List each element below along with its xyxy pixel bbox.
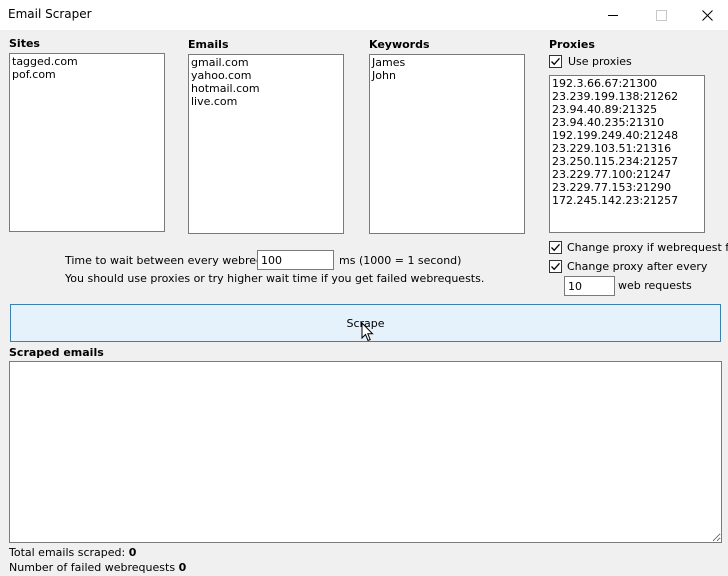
minimize-button[interactable] <box>590 0 636 30</box>
checkmark-icon <box>551 262 560 271</box>
scraped-emails-label: Scraped emails <box>9 346 104 359</box>
emails-list[interactable]: gmail.com yahoo.com hotmail.com live.com <box>188 54 344 234</box>
scraped-emails-output[interactable] <box>9 361 722 543</box>
failed-requests-value: 0 <box>178 561 187 574</box>
list-item[interactable]: 23.229.77.153:21290 <box>552 181 702 194</box>
change-proxy-on-fail-checkbox[interactable] <box>549 241 562 254</box>
list-item[interactable]: 172.245.142.23:21257 <box>552 194 702 207</box>
proxies-label: Proxies <box>549 38 595 51</box>
checkmark-icon <box>551 243 560 252</box>
emails-label: Emails <box>188 38 229 51</box>
list-item[interactable]: 192.199.249.40:21248 <box>552 129 702 142</box>
list-item[interactable]: yahoo.com <box>191 69 341 82</box>
close-icon <box>701 9 713 21</box>
change-proxy-on-fail-label[interactable]: Change proxy if webrequest fail <box>567 241 728 254</box>
minimize-icon <box>608 14 618 16</box>
requests-per-proxy-input[interactable] <box>564 276 615 296</box>
wait-time-label: Time to wait between every webrequest <box>65 254 287 267</box>
web-requests-label: web requests <box>618 279 692 292</box>
sites-label: Sites <box>9 37 40 50</box>
use-proxies-checkbox[interactable] <box>549 55 562 68</box>
list-item[interactable]: 23.229.77.100:21247 <box>552 168 702 181</box>
use-proxies-label[interactable]: Use proxies <box>568 55 632 68</box>
list-item[interactable]: tagged.com <box>12 55 162 68</box>
list-item[interactable]: 23.94.40.89:21325 <box>552 103 702 116</box>
sites-list[interactable]: tagged.com pof.com <box>9 53 165 232</box>
list-item[interactable]: gmail.com <box>191 56 341 69</box>
list-item[interactable]: hotmail.com <box>191 82 341 95</box>
list-item[interactable]: live.com <box>191 95 341 108</box>
list-item[interactable]: James <box>372 56 522 69</box>
list-item[interactable]: pof.com <box>12 68 162 81</box>
failed-requests-stat: Number of failed webrequests 0 <box>9 561 186 574</box>
list-item[interactable]: John <box>372 69 522 82</box>
wait-time-hint: You should use proxies or try higher wai… <box>65 272 485 285</box>
wait-time-input[interactable] <box>257 250 334 270</box>
wait-time-unit: ms (1000 = 1 second) <box>339 254 462 267</box>
maximize-button[interactable] <box>638 0 684 30</box>
change-proxy-every-label[interactable]: Change proxy after every <box>567 260 707 273</box>
list-item[interactable]: 23.250.115.234:21257 <box>552 155 702 168</box>
list-item[interactable]: 23.229.103.51:21316 <box>552 142 702 155</box>
keywords-list[interactable]: James John <box>369 54 525 234</box>
mouse-cursor-icon <box>361 322 374 342</box>
title-bar: Email Scraper <box>0 0 728 30</box>
total-emails-stat: Total emails scraped: 0 <box>9 546 136 559</box>
total-emails-label: Total emails scraped: <box>9 546 126 559</box>
total-emails-value: 0 <box>128 546 137 559</box>
failed-requests-label: Number of failed webrequests <box>9 561 176 574</box>
close-button[interactable] <box>684 0 728 30</box>
keywords-label: Keywords <box>369 38 430 51</box>
proxies-list[interactable]: 192.3.66.67:21300 23.239.199.138:21262 2… <box>549 75 705 233</box>
window-title: Email Scraper <box>8 7 92 21</box>
checkmark-icon <box>551 57 560 66</box>
change-proxy-every-checkbox[interactable] <box>549 260 562 273</box>
list-item[interactable]: 23.94.40.235:21310 <box>552 116 702 129</box>
maximize-icon <box>655 9 667 21</box>
list-item[interactable]: 23.239.199.138:21262 <box>552 90 702 103</box>
list-item[interactable]: 192.3.66.67:21300 <box>552 77 702 90</box>
